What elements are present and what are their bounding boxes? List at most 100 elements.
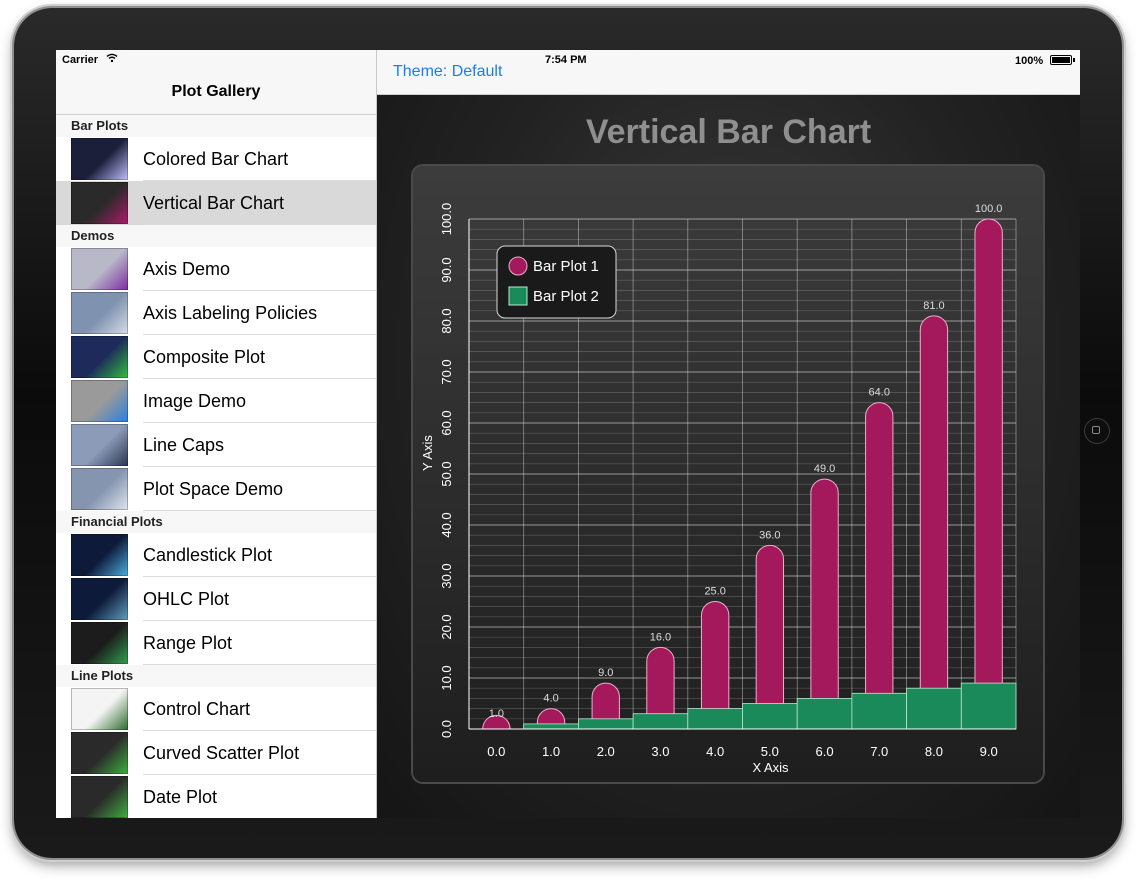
composite-thumb [71,336,128,378]
list-item-label: OHLC Plot [143,589,230,609]
list-item[interactable]: Plot Space Demo [56,467,376,511]
list-item-label: Curved Scatter Plot [143,743,300,763]
x-tick-label: 5.0 [761,744,779,759]
plot-list: Bar Plots Colored Bar Chart Vertical Bar C… [56,115,376,818]
x-tick-label: 6.0 [816,744,834,759]
y-tick-label: 100.0 [439,203,454,236]
bar-plot-2-bar [742,703,798,730]
line-caps-thumb [71,424,128,466]
list-item[interactable]: Colored Bar Chart [56,137,376,181]
list-item-label: Composite Plot [143,347,266,367]
bar-plot-1-value-label: 25.0 [704,586,725,598]
list-item[interactable]: Vertical Bar Chart [56,181,376,225]
vertical-bar-thumb [71,182,128,224]
list-item[interactable]: Image Demo [56,379,376,423]
bar-plot-2-bar [851,692,907,730]
theme-button[interactable]: Theme: Default [393,63,502,81]
legend-label-bar-plot-1: Bar Plot 1 [533,258,599,275]
bar-plot-1-bar [974,218,1003,730]
x-tick-label: 3.0 [651,744,669,759]
y-tick-label: 50.0 [439,461,454,486]
y-tick-label: 60.0 [439,410,454,435]
list-item[interactable]: Control Chart [56,687,376,731]
colored-bar-thumb [71,138,128,180]
list-item[interactable]: Line Caps [56,423,376,467]
list-item-label: Date Plot [143,787,218,807]
list-item-label: Range Plot [143,633,233,653]
bar-plot-1-value-label: 9.0 [598,667,613,679]
control-thumb [71,688,128,730]
nav-bar: Theme: Default 7:54 PM 100% [377,50,1080,95]
y-tick-label: 30.0 [439,563,454,588]
x-tick-label: 4.0 [706,744,724,759]
list-item[interactable]: OHLC Plot [56,577,376,621]
ohlc-thumb [71,578,128,620]
section-header: Line Plots [56,665,376,687]
axis-labeling-thumb [71,292,128,334]
bar-plot-2-bar [796,698,853,730]
bar-plot-2-bar [906,687,962,730]
list-item[interactable]: Axis Demo [56,247,376,291]
x-tick-label: 1.0 [542,744,560,759]
x-tick-label: 7.0 [870,744,888,759]
sidebar-title: Plot Gallery [171,83,261,100]
legend-swatch-bar-plot-1 [508,256,528,276]
bar-plot-1-bar [755,544,785,730]
candlestick-thumb [71,534,128,576]
list-item-label: Plot Space Demo [143,479,284,499]
y-tick-label: 20.0 [439,614,454,639]
y-tick-label: 0.0 [439,720,454,738]
battery-tip [1073,58,1075,62]
list-item-label: Axis Demo [143,259,231,279]
bar-plot-1-bar [919,315,949,730]
battery-icon [1050,55,1072,65]
plot-area-frame: 1.0 4.0 9.0 16.0 25.0 36.0 49.0 64.0 81.0 100.0 0.… [413,166,1043,782]
plot-space-thumb [71,468,128,510]
y-tick-label: 40.0 [439,512,454,537]
home-square-icon [1092,426,1100,434]
section-header: Bar Plots [56,115,376,137]
bar-plot-1-value-label: 81.0 [923,300,944,312]
main-panel: Theme: Default 7:54 PM 100% Vertical Bar… [377,50,1080,818]
bar-plot-1-value-label: 49.0 [814,463,835,475]
x-axis-title: X Axis [752,760,789,775]
y-tick-label: 90.0 [439,257,454,282]
legend-swatch-bar-plot-2 [508,286,528,306]
list-item[interactable]: Date Plot [56,775,376,818]
home-button[interactable] [1084,418,1110,444]
row-separator [143,510,376,511]
bar-plot-1-value-label: 36.0 [759,529,780,541]
date-thumb [71,776,128,818]
sidebar-header: Carrier Plot Gallery [56,50,376,115]
bar-plot-1-bar [865,402,894,730]
carrier-label: Carrier [62,54,99,66]
bar-plot-2-bar [632,713,689,730]
bar-plot-1-value-label: 1.0 [489,708,504,720]
list-item[interactable]: Composite Plot [56,335,376,379]
row-separator [143,664,376,665]
list-item[interactable]: Axis Labeling Policies [56,291,376,335]
bar-plot-2-bar [687,708,743,730]
chart-title: Vertical Bar Chart [585,113,872,151]
legend-box [496,245,617,319]
list-item-label: Control Chart [143,699,251,719]
list-item[interactable]: Candlestick Plot [56,533,376,577]
axis-demo-thumb [71,248,128,290]
bar-chart: 1.0 4.0 9.0 16.0 25.0 36.0 49.0 64.0 81.0 100.0 0.… [420,203,1017,775]
list-item[interactable]: Curved Scatter Plot [56,731,376,775]
battery-percent: 100% [1015,55,1044,67]
status-time: 7:54 PM [545,54,587,66]
list-item[interactable]: Range Plot [56,621,376,665]
bar-plot-2-bar [577,718,634,730]
bar-plot-1-value-label: 100.0 [975,203,1003,215]
list-item-label: Line Caps [143,435,225,455]
bar-plot-1-bar [810,478,839,730]
sidebar: Carrier Plot Gallery Bar Plots Colored Ba… [56,50,377,818]
row-separator [143,224,376,225]
wifi-icon [106,53,118,66]
x-tick-label: 0.0 [487,744,505,759]
bar-plot-1-value-label: 64.0 [869,387,890,399]
y-tick-label: 10.0 [439,665,454,690]
bar-plot-2-bar [960,682,1017,730]
screen: Carrier Plot Gallery Bar Plots Colored Ba… [56,50,1080,818]
